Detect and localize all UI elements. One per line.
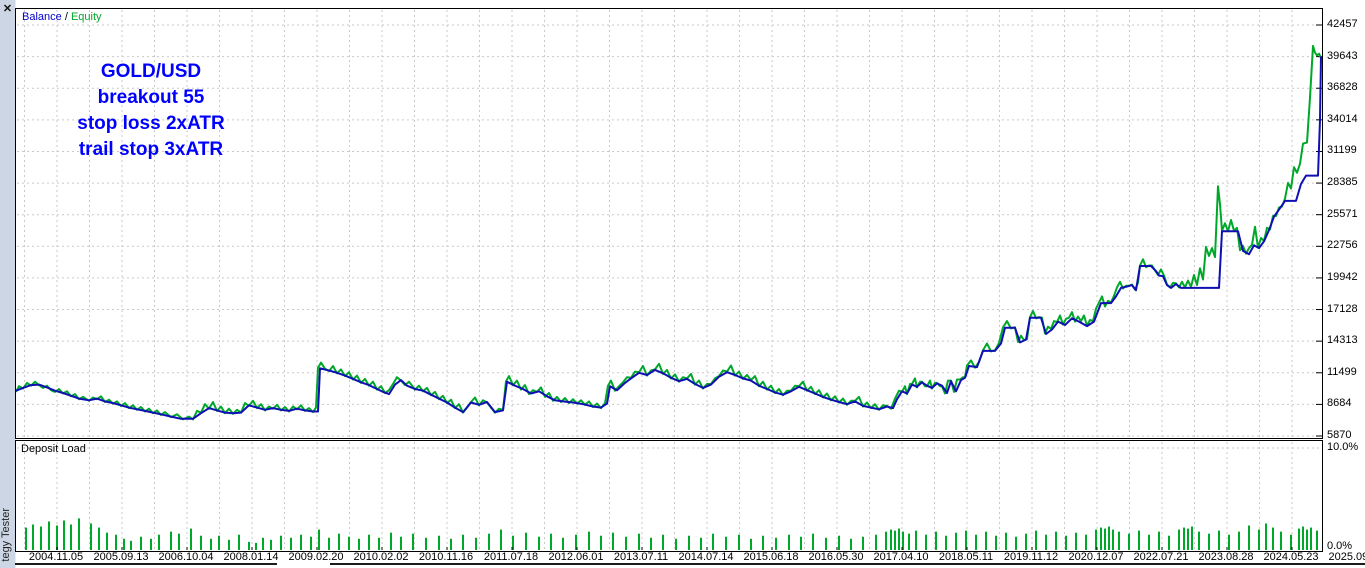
date-axis-label: 2017.04.10 — [873, 551, 929, 563]
price-axis-label: 36828 — [1327, 81, 1358, 94]
tester-panel-side-strip: ✕ tegy Tester — [0, 0, 16, 568]
date-axis-label: 2025.09.08 — [1328, 551, 1365, 563]
date-axis-label: 2005.09.13 — [93, 551, 149, 563]
price-axis-label: 25571 — [1327, 207, 1358, 220]
strategy-tester-vertical-label: tegy Tester — [0, 508, 12, 562]
price-axis-label: 28385 — [1327, 176, 1358, 189]
legend-separator: / — [61, 11, 71, 23]
date-axis-label: 2020.12.07 — [1068, 551, 1124, 563]
strategy-tester-graph-view: { "window": { "close_glyph": "✕", "sideb… — [0, 0, 1365, 568]
date-axis-label: 2004.11.05 — [28, 551, 84, 563]
chart-legend: Balance / Equity — [22, 11, 102, 23]
deposit-load-title: Deposit Load — [21, 443, 86, 455]
legend-balance-label: Balance — [22, 11, 62, 23]
date-axis-label: 2008.01.14 — [223, 551, 279, 563]
price-axis-label: 14313 — [1327, 334, 1358, 347]
deposit-load-panel[interactable]: Deposit Load — [15, 440, 1323, 552]
annotation-line-trailstop: trail stop 3xATR — [78, 139, 224, 160]
annotation-line-strategy: breakout 55 — [97, 87, 205, 108]
price-axis-label: 19942 — [1327, 270, 1358, 283]
date-axis-label: 2009.02.20 — [288, 551, 344, 563]
price-axis-label: 22756 — [1327, 239, 1358, 252]
date-axis-label: 2012.06.01 — [548, 551, 604, 563]
date-axis-label: 2011.07.18 — [483, 551, 539, 563]
date-axis-label: 2015.06.18 — [743, 551, 799, 563]
deposit-max-label: 10.0% — [1327, 441, 1359, 453]
bottom-divider-left — [15, 563, 277, 565]
price-axis-label: 17128 — [1327, 302, 1358, 315]
close-icon[interactable]: ✕ — [1, 3, 14, 16]
annotation-line-symbol: GOLD/USD — [100, 61, 202, 82]
annotation-line-stoploss: stop loss 2xATR — [77, 113, 225, 134]
price-axis-label: 39643 — [1327, 49, 1358, 62]
date-axis-label: 2018.05.11 — [938, 551, 994, 563]
price-axis-label: 8684 — [1327, 397, 1352, 410]
price-axis-label: 31199 — [1327, 144, 1357, 157]
date-axis-label: 2006.10.04 — [158, 551, 214, 563]
date-axis-label: 2010.02.02 — [353, 551, 409, 563]
date-axis-label: 2013.07.11 — [613, 551, 669, 563]
bottom-divider-right[interactable] — [330, 563, 1365, 565]
price-axis-label: 5870 — [1327, 429, 1352, 441]
date-axis-label: 2024.05.23 — [1263, 551, 1319, 563]
price-axis-label: 42457 — [1327, 18, 1358, 30]
date-axis-label: 2010.11.16 — [418, 551, 474, 563]
price-axis-label: 34014 — [1327, 112, 1358, 125]
date-axis-label: 2022.07.21 — [1133, 551, 1189, 563]
date-axis-label: 2023.08.28 — [1198, 551, 1254, 563]
price-axis-label: 11499 — [1327, 365, 1357, 378]
chart-annotation: GOLD/USD breakout 55 stop loss 2xATR tra… — [51, 59, 251, 163]
date-axis-label: 2019.11.12 — [1003, 551, 1059, 563]
balance-equity-chart-panel[interactable]: Balance / Equity GOLD/USD breakout 55 st… — [15, 8, 1323, 439]
deposit-load-chart — [17, 442, 1321, 550]
date-axis-label: 2014.07.14 — [678, 551, 734, 563]
date-axis-label: 2016.05.30 — [808, 551, 864, 563]
legend-equity-label: Equity — [70, 11, 102, 23]
